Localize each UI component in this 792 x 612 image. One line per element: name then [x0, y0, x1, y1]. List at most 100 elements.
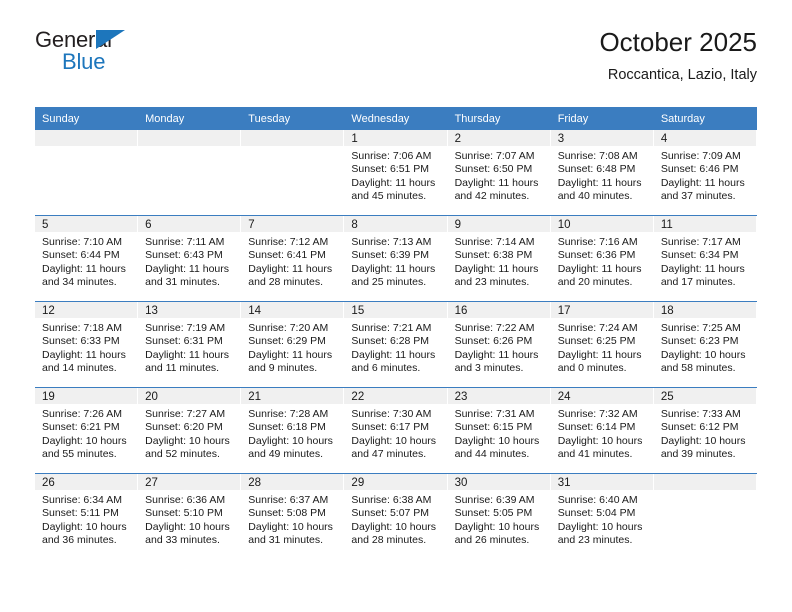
sunrise-time: Sunrise: 7:13 AM [351, 236, 432, 248]
weekday-header-sunday: Sunday [42, 113, 80, 125]
calendar-day-cell[interactable]: 19 Sunrise: 7:26 AM Sunset: 6:21 PM Dayligh… [35, 388, 139, 473]
calendar-day-cell[interactable]: 17 Sunrise: 7:24 AM Sunset: 6:25 PM Dayligh… [550, 302, 654, 387]
calendar-day-cell[interactable]: 5 Sunrise: 7:10 AM Sunset: 6:44 PM Daylight… [35, 216, 139, 301]
calendar-day-cell[interactable]: 16 Sunrise: 7:22 AM Sunset: 6:26 PM Dayligh… [447, 302, 551, 387]
calendar-body: 1 Sunrise: 7:06 AM Sunset: 6:51 PM Daylight… [35, 130, 757, 559]
sunrise-time: Sunrise: 6:39 AM [454, 494, 535, 506]
calendar-day-cell[interactable]: 8 Sunrise: 7:13 AM Sunset: 6:39 PM Daylight… [344, 216, 448, 301]
calendar-day-cell[interactable]: 4 Sunrise: 7:09 AM Sunset: 6:46 PM Daylight… [653, 130, 757, 215]
day-number: 30 [447, 474, 550, 490]
day-number [241, 130, 344, 146]
sunrise-time: Sunrise: 7:21 AM [351, 322, 432, 334]
daylight-duration-line2: and 52 minutes. [145, 448, 220, 461]
day-sun-info: Sunrise: 7:13 AM Sunset: 6:39 PM Daylight:… [344, 232, 446, 301]
calendar-day-cell-empty [241, 130, 345, 215]
daylight-duration-line2: and 55 minutes. [42, 448, 117, 461]
calendar-day-cell[interactable]: 29 Sunrise: 6:38 AM Sunset: 5:07 PM Dayligh… [344, 474, 448, 559]
day-sun-info: Sunrise: 7:19 AM Sunset: 6:31 PM Daylight:… [138, 318, 240, 387]
brand-name-bottom: Blue [62, 49, 106, 74]
day-number: 12 [35, 302, 138, 318]
calendar-day-cell[interactable]: 6 Sunrise: 7:11 AM Sunset: 6:43 PM Daylight… [138, 216, 242, 301]
day-sun-info: Sunrise: 6:39 AM Sunset: 5:05 PM Daylight:… [448, 490, 550, 559]
day-number: 24 [550, 388, 653, 404]
day-sun-info: Sunrise: 7:28 AM Sunset: 6:18 PM Daylight:… [241, 404, 343, 473]
calendar-week-row: 19 Sunrise: 7:26 AM Sunset: 6:21 PM Dayligh… [35, 388, 757, 474]
daylight-duration-line2: and 33 minutes. [145, 534, 220, 547]
day-sun-info: Sunrise: 7:11 AM Sunset: 6:43 PM Daylight:… [138, 232, 240, 301]
sunrise-time: Sunrise: 7:14 AM [454, 236, 535, 248]
day-number: 23 [447, 388, 550, 404]
calendar-day-cell[interactable]: 12 Sunrise: 7:18 AM Sunset: 6:33 PM Dayligh… [35, 302, 139, 387]
calendar-day-cell[interactable]: 23 Sunrise: 7:31 AM Sunset: 6:15 PM Dayligh… [447, 388, 551, 473]
day-number: 26 [35, 474, 138, 490]
calendar-day-cell[interactable]: 21 Sunrise: 7:28 AM Sunset: 6:18 PM Dayligh… [241, 388, 345, 473]
calendar-day-cell[interactable]: 15 Sunrise: 7:21 AM Sunset: 6:28 PM Dayligh… [344, 302, 448, 387]
calendar-week-row: 5 Sunrise: 7:10 AM Sunset: 6:44 PM Daylight… [35, 216, 757, 302]
sunrise-time: Sunrise: 6:38 AM [351, 494, 432, 506]
day-number: 2 [447, 130, 550, 146]
sunrise-time: Sunrise: 6:37 AM [248, 494, 329, 506]
sunset-time: Sunset: 6:28 PM [351, 335, 430, 348]
day-sun-info: Sunrise: 7:18 AM Sunset: 6:33 PM Daylight:… [35, 318, 137, 387]
calendar-day-cell[interactable]: 9 Sunrise: 7:14 AM Sunset: 6:38 PM Daylight… [447, 216, 551, 301]
weekday-header-row: Sunday Monday Tuesday Wednesday Thursday Frid… [35, 107, 757, 130]
calendar-day-cell[interactable]: 24 Sunrise: 7:32 AM Sunset: 6:14 PM Dayligh… [550, 388, 654, 473]
sunset-time: Sunset: 6:26 PM [454, 335, 533, 348]
day-sun-info: Sunrise: 6:40 AM Sunset: 5:04 PM Daylight:… [551, 490, 653, 559]
calendar-day-cell[interactable]: 20 Sunrise: 7:27 AM Sunset: 6:20 PM Dayligh… [138, 388, 242, 473]
calendar-day-cell[interactable]: 26 Sunrise: 6:34 AM Sunset: 5:11 PM Dayligh… [35, 474, 139, 559]
daylight-duration-line1: Daylight: 10 hours [351, 434, 437, 447]
weekday-header-friday: Friday [557, 113, 589, 125]
calendar-day-cell[interactable]: 30 Sunrise: 6:39 AM Sunset: 5:05 PM Dayligh… [447, 474, 551, 559]
day-number: 7 [241, 216, 344, 232]
daylight-duration-line2: and 6 minutes. [351, 362, 421, 375]
sunrise-time: Sunrise: 7:16 AM [557, 236, 638, 248]
calendar-day-cell[interactable]: 27 Sunrise: 6:36 AM Sunset: 5:10 PM Dayligh… [138, 474, 242, 559]
weekday-header-wednesday: Wednesday [351, 113, 410, 125]
calendar-day-cell[interactable]: 31 Sunrise: 6:40 AM Sunset: 5:04 PM Dayligh… [550, 474, 654, 559]
sunset-time: Sunset: 6:38 PM [454, 249, 533, 262]
day-sun-info: Sunrise: 7:17 AM Sunset: 6:34 PM Daylight:… [654, 232, 756, 301]
day-number: 19 [35, 388, 138, 404]
day-number: 9 [447, 216, 550, 232]
sunset-time: Sunset: 6:15 PM [454, 421, 533, 434]
calendar-day-cell[interactable]: 2 Sunrise: 7:07 AM Sunset: 6:50 PM Daylight… [447, 130, 551, 215]
day-number: 8 [344, 216, 447, 232]
sunset-time: Sunset: 6:41 PM [248, 249, 326, 262]
calendar-grid: Sunday Monday Tuesday Wednesday Thursday Frid… [35, 107, 757, 559]
calendar-day-cell[interactable]: 11 Sunrise: 7:17 AM Sunset: 6:34 PM Dayligh… [653, 216, 757, 301]
day-number: 3 [550, 130, 653, 146]
day-sun-info [138, 146, 240, 215]
calendar-day-cell[interactable]: 10 Sunrise: 7:16 AM Sunset: 6:36 PM Dayligh… [550, 216, 654, 301]
calendar-day-cell[interactable]: 13 Sunrise: 7:19 AM Sunset: 6:31 PM Dayligh… [138, 302, 242, 387]
daylight-duration-line1: Daylight: 11 hours [42, 262, 126, 275]
calendar-day-cell[interactable]: 7 Sunrise: 7:12 AM Sunset: 6:41 PM Daylight… [241, 216, 345, 301]
calendar-day-cell[interactable]: 14 Sunrise: 7:20 AM Sunset: 6:29 PM Dayligh… [241, 302, 345, 387]
daylight-duration-line2: and 0 minutes. [557, 362, 627, 375]
day-sun-info [35, 146, 137, 215]
sunset-time: Sunset: 6:23 PM [660, 335, 739, 348]
daylight-duration-line1: Daylight: 10 hours [42, 434, 127, 447]
day-number: 18 [653, 302, 756, 318]
calendar-day-cell-empty [138, 130, 242, 215]
daylight-duration-line1: Daylight: 11 hours [557, 348, 642, 361]
sunrise-time: Sunrise: 7:25 AM [660, 322, 741, 334]
calendar-day-cell[interactable]: 3 Sunrise: 7:08 AM Sunset: 6:48 PM Daylight… [550, 130, 654, 215]
calendar-day-cell[interactable]: 1 Sunrise: 7:06 AM Sunset: 6:51 PM Daylight… [344, 130, 448, 215]
daylight-duration-line1: Daylight: 11 hours [351, 176, 436, 189]
calendar-day-cell[interactable]: 28 Sunrise: 6:37 AM Sunset: 5:08 PM Dayligh… [241, 474, 345, 559]
sunrise-time: Sunrise: 7:26 AM [42, 408, 122, 420]
sunrise-time: Sunrise: 7:27 AM [145, 408, 226, 420]
calendar-day-cell[interactable]: 18 Sunrise: 7:25 AM Sunset: 6:23 PM Dayligh… [653, 302, 757, 387]
sunrise-time: Sunrise: 7:30 AM [351, 408, 432, 420]
daylight-duration-line2: and 58 minutes. [660, 362, 736, 375]
daylight-duration-line2: and 9 minutes. [248, 362, 318, 375]
calendar-day-cell[interactable]: 22 Sunrise: 7:30 AM Sunset: 6:17 PM Dayligh… [344, 388, 448, 473]
day-sun-info: Sunrise: 7:24 AM Sunset: 6:25 PM Daylight:… [551, 318, 653, 387]
weekday-header-saturday: Saturday [660, 113, 705, 125]
day-sun-info [654, 490, 756, 559]
calendar-day-cell[interactable]: 25 Sunrise: 7:33 AM Sunset: 6:12 PM Dayligh… [653, 388, 757, 473]
day-sun-info: Sunrise: 7:31 AM Sunset: 6:15 PM Daylight:… [448, 404, 550, 473]
sunset-time: Sunset: 6:20 PM [145, 421, 223, 434]
daylight-duration-line2: and 36 minutes. [42, 534, 117, 547]
